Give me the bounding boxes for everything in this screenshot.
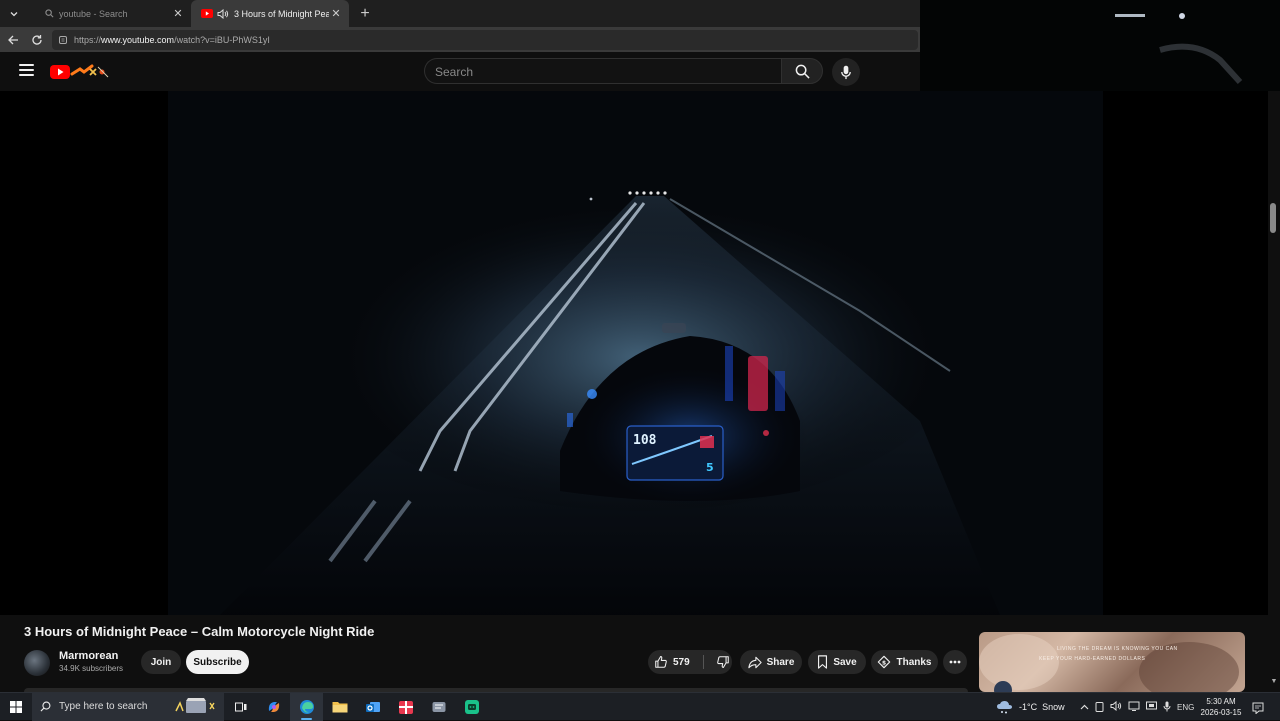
arrow-left-icon <box>8 35 18 44</box>
share-button[interactable]: Share <box>740 650 802 674</box>
refresh-icon <box>32 34 42 45</box>
thumbs-down-icon[interactable] <box>716 655 730 669</box>
volume-icon[interactable] <box>1110 700 1122 713</box>
edge-browser-icon[interactable] <box>290 692 323 721</box>
save-button[interactable]: Save <box>808 650 866 674</box>
url-host: www.youtube.com <box>101 34 175 45</box>
youtube-favicon-icon <box>201 8 213 20</box>
svg-text:$: $ <box>882 660 886 667</box>
settings-app-icon[interactable] <box>422 693 455 721</box>
chevron-up-icon[interactable] <box>1080 703 1089 712</box>
weather-temp: -1°C <box>1019 702 1038 712</box>
search-icon <box>43 8 55 20</box>
scrollbar-thumb[interactable] <box>1270 203 1276 233</box>
new-tab-button[interactable]: + <box>353 5 377 23</box>
super-thanks-icon: $ <box>878 655 891 669</box>
channel-avatar[interactable] <box>24 650 50 676</box>
taskbar-clock[interactable]: 5:30 AM 2026-03-15 <box>1196 696 1246 718</box>
tab-title: 3 Hours of Midnight Peace – C <box>234 8 329 19</box>
url-scheme: https:// <box>74 34 102 45</box>
join-button[interactable]: Join <box>141 650 181 674</box>
browser-tab-strip: youtube - Search ✕ 3 Hours of Midnight P… <box>0 0 920 27</box>
address-bar-row: https://www.youtube.com/watch?v=iBU-PhWS… <box>0 27 920 52</box>
taskbar-search-text: Type here to search <box>59 701 148 712</box>
scroll-down-arrow-icon[interactable]: ▼ <box>1269 678 1279 688</box>
windows-logo-icon <box>10 700 22 713</box>
tab-youtube-search[interactable]: youtube - Search ✕ <box>33 0 191 27</box>
background-window-area <box>920 0 1280 91</box>
notification-icon[interactable] <box>1252 701 1264 715</box>
more-horizontal-icon <box>949 660 961 664</box>
weather-condition: Snow <box>1042 702 1065 712</box>
like-dislike-group: 579 <box>648 650 732 674</box>
windows-taskbar: Type here to search -1°C Snow ENG 5:30 A… <box>0 692 1280 721</box>
system-tray: ENG <box>1080 693 1194 721</box>
search-input[interactable]: Search <box>424 58 782 84</box>
reload-button[interactable] <box>26 29 48 51</box>
close-icon[interactable]: ✕ <box>171 7 185 20</box>
chat-app-icon[interactable] <box>455 693 488 721</box>
search-icon <box>795 64 810 79</box>
chevron-down-icon <box>10 11 18 16</box>
thanks-button[interactable]: $ Thanks <box>871 650 938 674</box>
dashboard-display: 108 5 <box>626 425 724 481</box>
speaker-icon[interactable] <box>217 8 229 20</box>
url-path: /watch?v=iBU-PhWS1yI <box>174 34 270 45</box>
dash-speed-text: 108 <box>633 433 657 448</box>
display-icon[interactable] <box>1146 701 1157 713</box>
language-indicator[interactable]: ENG <box>1177 703 1194 712</box>
page-scrollbar[interactable] <box>1268 91 1280 691</box>
start-button[interactable] <box>0 693 32 721</box>
subscriber-count: 34.9K subscribers <box>59 664 124 673</box>
voice-search-button[interactable] <box>832 58 860 86</box>
file-explorer-icon[interactable] <box>323 693 356 721</box>
thumbs-up-icon[interactable] <box>654 655 668 669</box>
more-actions-button[interactable] <box>943 650 967 674</box>
url-field[interactable]: https://www.youtube.com/watch?v=iBU-PhWS… <box>52 29 918 50</box>
video-title: 3 Hours of Midnight Peace – Calm Motorcy… <box>24 624 375 639</box>
taskbar-weather[interactable]: -1°C Snow <box>996 693 1065 721</box>
task-view-icon[interactable] <box>224 693 257 721</box>
tab-video[interactable]: 3 Hours of Midnight Peace – C ✕ <box>191 0 349 27</box>
ad-text-line1: LIVING THE DREAM IS KNOWING YOU CAN <box>1057 646 1178 652</box>
thanks-label: Thanks <box>896 656 932 668</box>
microphone-icon <box>841 65 851 79</box>
search-highlight-icon <box>174 697 218 720</box>
site-info-icon[interactable] <box>58 35 68 45</box>
menu-icon[interactable] <box>19 64 34 78</box>
network-icon[interactable] <box>1128 701 1140 713</box>
battery-device-icon[interactable] <box>1095 701 1104 714</box>
back-button[interactable] <box>2 29 24 51</box>
bookmark-icon <box>818 655 828 669</box>
share-label: Share <box>766 656 795 668</box>
snow-cloud-icon <box>997 701 1012 714</box>
like-count[interactable]: 579 <box>673 657 690 668</box>
share-icon <box>747 656 762 668</box>
microphone-icon[interactable] <box>1163 701 1171 714</box>
taskbar-search[interactable]: Type here to search <box>32 692 224 721</box>
search-button[interactable] <box>781 58 823 84</box>
clock-time: 5:30 AM <box>1206 697 1236 706</box>
subscribe-button[interactable]: Subscribe <box>186 650 249 674</box>
channel-name[interactable]: Marmorean <box>59 650 118 662</box>
divider <box>702 655 704 669</box>
video-player[interactable]: 108 5 <box>0 91 1268 615</box>
clock-date: 2026-03-15 <box>1200 708 1242 717</box>
ad-text-line2: KEEP YOUR HARD-EARNED DOLLARS <box>1039 656 1146 662</box>
youtube-logo[interactable] <box>50 63 110 81</box>
youtube-masthead: Search <box>0 52 920 91</box>
copilot-icon[interactable] <box>257 693 290 721</box>
tab-list-button[interactable] <box>3 4 25 24</box>
close-icon[interactable]: ✕ <box>329 7 343 20</box>
ad-card[interactable]: LIVING THE DREAM IS KNOWING YOU CAN KEEP… <box>979 632 1245 692</box>
search-icon <box>40 701 51 712</box>
svg-text:5: 5 <box>706 461 714 474</box>
save-label: Save <box>833 656 857 668</box>
tab-title: youtube - Search <box>59 8 128 19</box>
outlook-icon[interactable] <box>356 693 389 721</box>
gift-app-icon[interactable] <box>389 693 422 721</box>
